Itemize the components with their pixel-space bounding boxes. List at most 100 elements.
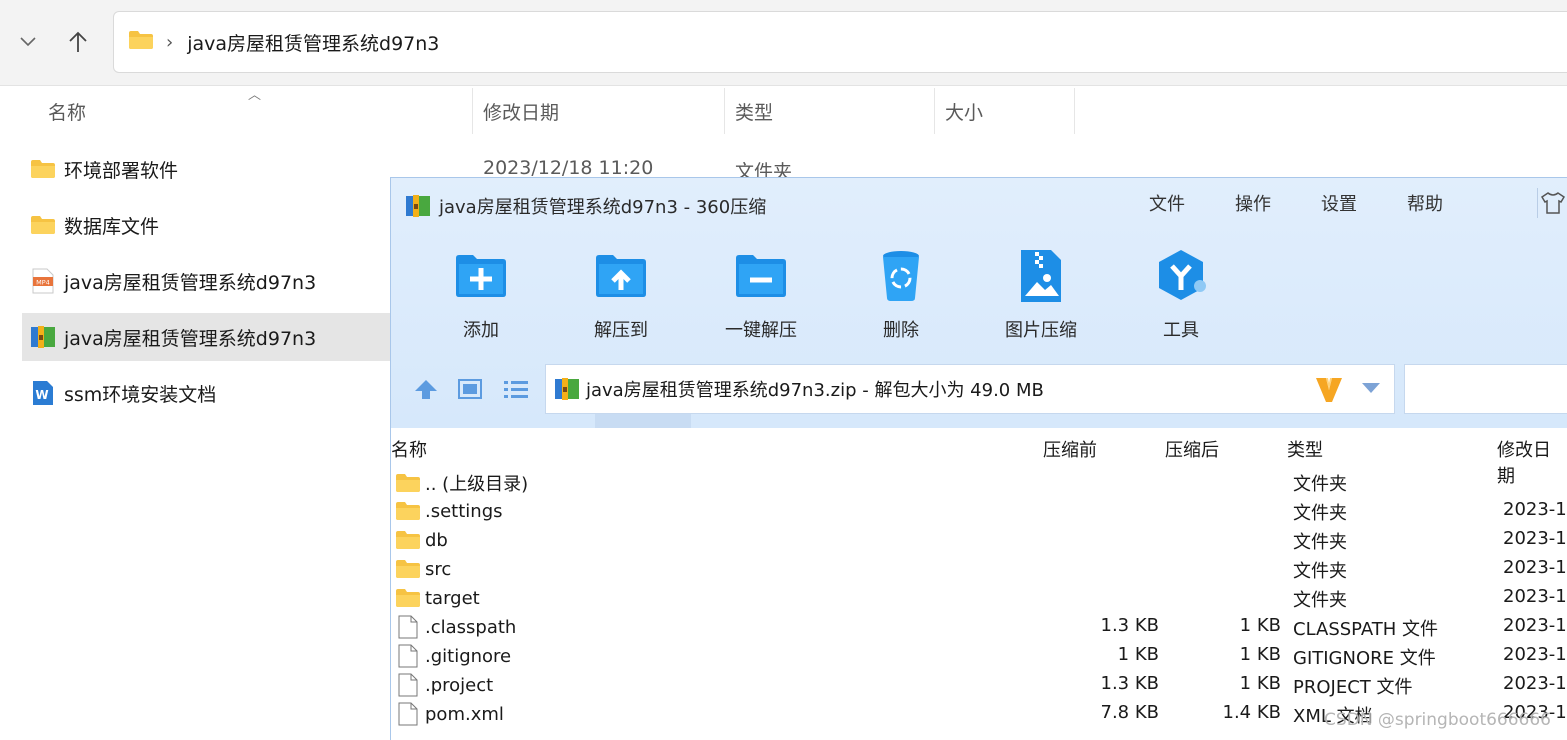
menu-file[interactable]: 文件 — [1149, 190, 1185, 216]
add-folder-icon — [453, 248, 509, 304]
row-type: 文件夹 — [1293, 532, 1347, 553]
dropdown-arrow-icon[interactable] — [1362, 383, 1380, 393]
row-date: 2023-1. — [1503, 557, 1567, 578]
up-arrow-icon[interactable] — [411, 374, 441, 404]
row-type: CLASSPATH 文件 — [1293, 619, 1439, 640]
up-arrow-icon[interactable] — [64, 28, 92, 56]
table-row[interactable]: .project 1.3 KB 1 KB PROJECT 文件 2023-1. — [391, 671, 1567, 700]
add-button[interactable]: 添加 — [421, 248, 541, 342]
menu-settings[interactable]: 设置 — [1321, 190, 1357, 216]
column-name[interactable]: 名称 — [391, 436, 427, 462]
folder-icon — [395, 586, 421, 610]
row-name: .project — [425, 674, 494, 696]
search-input[interactable] — [1404, 364, 1567, 414]
table-row[interactable]: .gitignore 1 KB 1 KB GITIGNORE 文件 2023-1… — [391, 642, 1567, 671]
file-icon — [395, 644, 421, 668]
add-button-label: 添加 — [463, 320, 499, 341]
table-row[interactable]: .classpath 1.3 KB 1 KB CLASSPATH 文件 2023… — [391, 613, 1567, 642]
tools-button[interactable]: 工具 — [1121, 248, 1241, 342]
word-document-icon: W — [30, 380, 56, 406]
chevron-down-icon[interactable] — [14, 28, 42, 56]
archive-path-field[interactable]: java房屋租赁管理系统d97n3.zip - 解包大小为 49.0 MB — [545, 364, 1395, 414]
mp4-file-icon: MP4 — [30, 268, 56, 294]
table-row[interactable]: target 文件夹 2023-1. — [391, 584, 1567, 613]
column-before[interactable]: 压缩前 — [1043, 436, 1097, 462]
row-date: 2023-1. — [1503, 586, 1567, 607]
list-item-label: ssm环境安装文档 — [64, 383, 217, 406]
explorer-address-bar: › java房屋租赁管理系统d97n3 — [0, 0, 1567, 86]
list-item-label: java房屋租赁管理系统d97n3 — [64, 327, 317, 350]
row-name: .classpath — [425, 616, 517, 638]
menu-operation[interactable]: 操作 — [1235, 190, 1271, 216]
row-before: 1.3 KB — [1100, 615, 1160, 636]
zip-toolbar-area: java房屋租赁管理系统d97n3 - 360压缩 文件 操作 设置 帮助 添加… — [391, 178, 1567, 428]
extract-to-button[interactable]: 解压到 — [561, 248, 681, 342]
window-title: java房屋租赁管理系统d97n3 - 360压缩 — [405, 193, 766, 219]
column-name[interactable]: 名称 — [38, 88, 472, 134]
row-before: 7.8 KB — [1100, 702, 1160, 723]
list-item[interactable]: MP4 java房屋租赁管理系统d97n3 — [22, 257, 390, 305]
row-type: 文件夹 — [1293, 590, 1347, 611]
row-after: 1 KB — [1239, 644, 1281, 665]
skin-shirt-icon[interactable] — [1537, 188, 1567, 218]
thumbnail-view-icon[interactable] — [455, 374, 485, 404]
breadcrumb-current[interactable]: java房屋租赁管理系统d97n3 — [187, 29, 439, 56]
row-date: 2023-1. — [1503, 644, 1567, 665]
breadcrumb-separator: › — [166, 31, 174, 53]
list-item[interactable]: 环境部署软件 — [22, 145, 390, 193]
column-type[interactable]: 类型 — [725, 88, 933, 134]
list-item[interactable]: 数据库文件 — [22, 201, 390, 249]
list-item-label: 数据库文件 — [64, 215, 160, 238]
folder-icon — [395, 499, 421, 523]
table-row[interactable]: db 文件夹 2023-1. — [391, 526, 1567, 555]
list-item[interactable]: W ssm环境安装文档 — [22, 369, 390, 417]
row-name: pom.xml — [425, 703, 504, 725]
one-click-extract-label: 一键解压 — [725, 320, 797, 341]
menu-help[interactable]: 帮助 — [1407, 190, 1443, 216]
scrollbar-thumb[interactable] — [595, 414, 691, 428]
one-click-extract-button[interactable]: 一键解压 — [701, 248, 821, 342]
column-size[interactable]: 大小 — [935, 88, 1073, 134]
image-compress-button[interactable]: 图片压缩 — [981, 248, 1101, 342]
row-name: db — [425, 529, 448, 551]
list-item-label: 环境部署软件 — [64, 159, 179, 182]
folder-icon — [30, 156, 56, 182]
list-item-date: 2023/12/18 11:20 — [483, 157, 654, 179]
row-type: PROJECT 文件 — [1293, 677, 1413, 698]
recycle-bin-icon — [873, 248, 929, 304]
table-row[interactable]: .. (上级目录) 文件夹 — [391, 468, 1567, 497]
row-after: 1.4 KB — [1222, 702, 1282, 723]
table-row[interactable]: src 文件夹 2023-1. — [391, 555, 1567, 584]
folder-icon — [395, 557, 421, 581]
row-before: 1.3 KB — [1100, 673, 1160, 694]
v-logo-icon[interactable] — [1314, 374, 1344, 409]
row-name: src — [425, 558, 452, 580]
delete-button[interactable]: 删除 — [841, 248, 961, 342]
file-icon — [395, 673, 421, 697]
tools-icon — [1153, 248, 1209, 304]
row-after: 1 KB — [1239, 615, 1281, 636]
zip-archive-icon — [554, 376, 580, 402]
folder-icon — [128, 30, 154, 54]
row-name: target — [425, 587, 480, 609]
address-field[interactable]: › java房屋租赁管理系统d97n3 — [113, 11, 1567, 73]
list-item[interactable]: java房屋租赁管理系统d97n3 — [22, 313, 390, 361]
row-date: 2023-1. — [1503, 499, 1567, 520]
row-type: 文件夹 — [1293, 503, 1347, 524]
column-modified[interactable]: 修改日期 — [473, 88, 723, 134]
window-title-text: java房屋租赁管理系统d97n3 - 360压缩 — [439, 197, 767, 218]
table-row[interactable]: .settings 文件夹 2023-1. — [391, 497, 1567, 526]
extract-to-icon — [593, 248, 649, 304]
column-type[interactable]: 类型 — [1287, 436, 1323, 462]
file-icon — [395, 702, 421, 726]
file-icon — [395, 615, 421, 639]
image-compress-label: 图片压缩 — [1005, 320, 1077, 341]
list-view-icon[interactable] — [501, 374, 531, 404]
list-item-label: java房屋租赁管理系统d97n3 — [64, 271, 317, 294]
zip-archive-icon — [30, 324, 56, 350]
row-name: .gitignore — [425, 645, 512, 667]
archive-path-text: java房屋租赁管理系统d97n3.zip - 解包大小为 49.0 MB — [586, 380, 1044, 401]
zip-window: java房屋租赁管理系统d97n3 - 360压缩 文件 操作 设置 帮助 添加… — [390, 177, 1567, 740]
column-after[interactable]: 压缩后 — [1165, 436, 1219, 462]
explorer-column-header: 名称 修改日期 类型 大小 — [0, 88, 1100, 134]
